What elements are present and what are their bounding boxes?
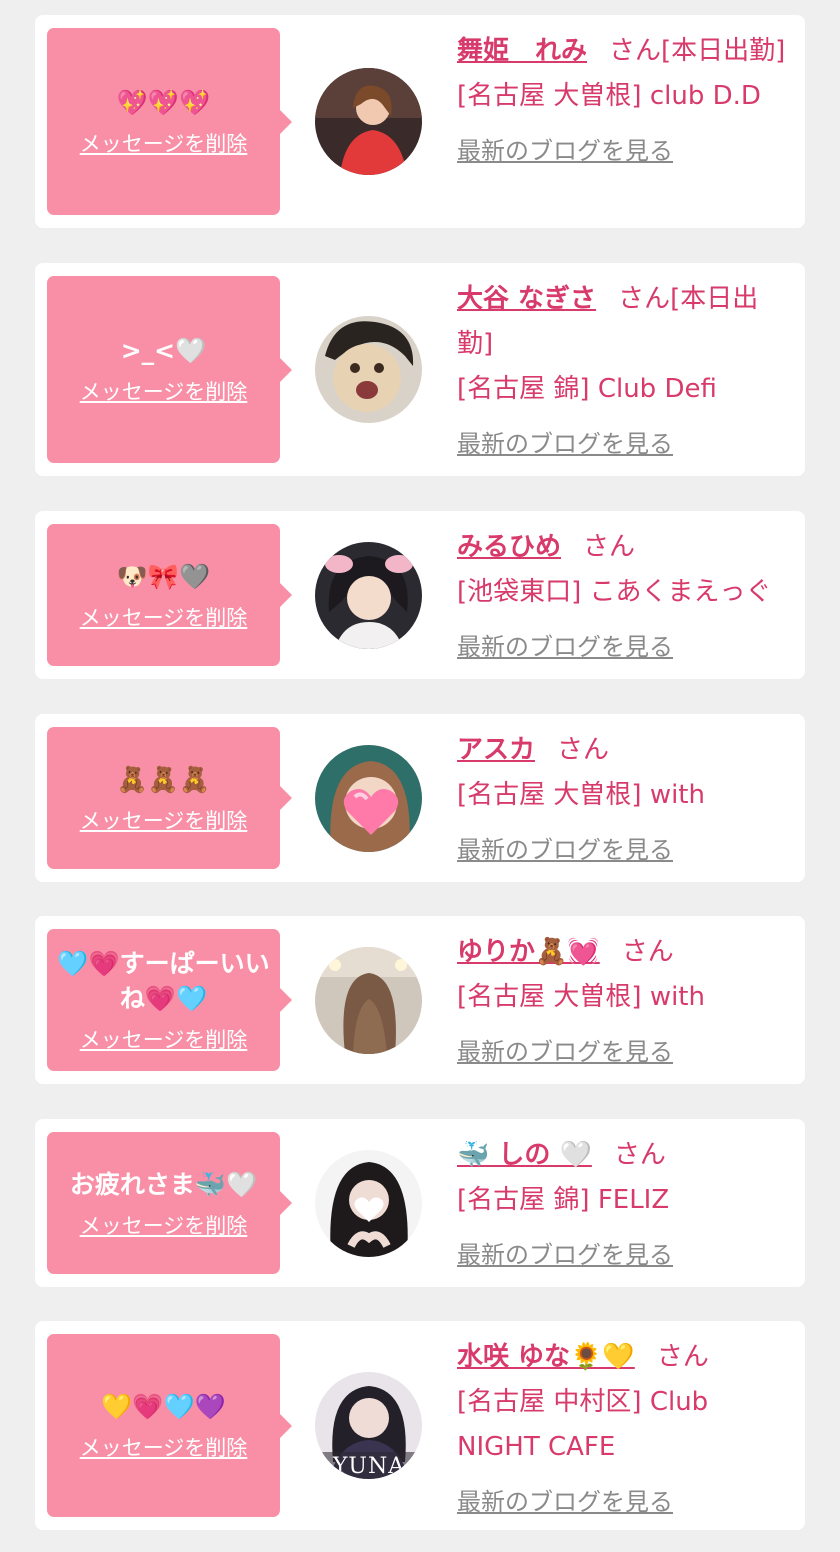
honorific-label: さん [557, 735, 610, 765]
honorific-label: さん [621, 937, 674, 967]
cast-info: アスカ さん [名古屋 大曽根] with 最新のブログを見る [457, 728, 793, 873]
delete-message-link[interactable]: メッセージを削除 [80, 1210, 248, 1240]
cast-name-link[interactable]: みるひめ [457, 532, 561, 562]
honorific-label: さん [583, 532, 636, 562]
message-card: 💖💖💖 メッセージを削除 舞姫 れみ さん[本日出勤] [名古屋 大曽根] clu… [35, 15, 805, 228]
delete-message-link[interactable]: メッセージを削除 [80, 376, 248, 406]
cast-info: みるひめ さん [池袋東口] こあくまえっぐ 最新のブログを見る [457, 525, 793, 670]
avatar-photo: YUNA [315, 1372, 422, 1479]
shop-label: [名古屋 大曽根] with [457, 982, 705, 1012]
name-line: アスカ さん [457, 728, 793, 773]
latest-blog-link[interactable]: 最新のブログを見る [457, 422, 673, 467]
latest-blog-link[interactable]: 最新のブログを見る [457, 1480, 673, 1525]
avatar[interactable] [315, 1150, 422, 1257]
message-bubble: お疲れさま🐳🤍 メッセージを削除 [47, 1132, 292, 1274]
avatar-photo [315, 745, 422, 852]
avatar-photo [315, 68, 422, 175]
honorific-label: さん [656, 1342, 709, 1372]
svg-text:YUNA: YUNA [332, 1454, 405, 1479]
honorific-label: さん [609, 36, 662, 66]
message-card: 🩵💗すーぱーいいね💗🩵 メッセージを削除 ゆりか🧸💓 さん [名古屋 大曽根] w… [35, 916, 805, 1084]
message-card: 💛💗🩵💜 メッセージを削除 YUNA 水咲 ゆな🌻💛 さん [名古屋 中村区] C… [35, 1321, 805, 1530]
shop-label: [池袋東口] こあくまえっぐ [457, 577, 772, 607]
name-line: 水咲 ゆな🌻💛 さん [457, 1335, 793, 1380]
avatar-photo [315, 947, 422, 1054]
latest-blog-link[interactable]: 最新のブログを見る [457, 1233, 673, 1278]
message-text: 🐶🎀🩶 [116, 561, 211, 591]
shop-label: [名古屋 大曽根] with [457, 780, 705, 810]
cast-name-link[interactable]: 🐳 しの 🤍 [457, 1140, 592, 1170]
message-bubble: 🐶🎀🩶 メッセージを削除 [47, 524, 292, 666]
shop-label: [名古屋 錦] FELIZ [457, 1185, 670, 1215]
name-line: 🐳 しの 🤍 さん [457, 1133, 793, 1178]
message-list: 💖💖💖 メッセージを削除 舞姫 れみ さん[本日出勤] [名古屋 大曽根] clu… [0, 0, 840, 1552]
cast-info: 舞姫 れみ さん[本日出勤] [名古屋 大曽根] club D.D 最新のブログを… [457, 29, 793, 174]
cast-info: 大谷 なぎさ さん[本日出勤] [名古屋 錦] Club Defi 最新のブログを… [457, 277, 793, 467]
message-bubble: 💛💗🩵💜 メッセージを削除 [47, 1334, 292, 1517]
cast-info: 水咲 ゆな🌻💛 さん [名古屋 中村区] Club NIGHT CAFE 最新のブ… [457, 1335, 793, 1525]
message-text: >_<🤍 [120, 336, 207, 365]
shop-label: [名古屋 中村区] Club NIGHT CAFE [457, 1387, 709, 1462]
latest-blog-link[interactable]: 最新のブログを見る [457, 129, 673, 174]
delete-message-link[interactable]: メッセージを削除 [80, 128, 248, 158]
message-card: 🐶🎀🩶 メッセージを削除 みるひめ さん [池袋東口] こあくまえっぐ 最新のブロ… [35, 511, 805, 679]
message-text: 💖💖💖 [116, 88, 211, 117]
message-bubble: 💖💖💖 メッセージを削除 [47, 28, 292, 215]
cast-info: 🐳 しの 🤍 さん [名古屋 錦] FELIZ 最新のブログを見る [457, 1133, 793, 1278]
avatar[interactable] [315, 542, 422, 649]
name-line: ゆりか🧸💓 さん [457, 930, 793, 975]
avatar-photo [315, 542, 422, 649]
delete-message-link[interactable]: メッセージを削除 [80, 1024, 248, 1054]
latest-blog-link[interactable]: 最新のブログを見る [457, 1030, 673, 1075]
shop-label: [名古屋 錦] Club Defi [457, 374, 717, 404]
message-card: 🧸🧸🧸 メッセージを削除 アスカ さん [名古屋 大曽根] with 最新のブログ… [35, 714, 805, 882]
message-text: 🩵💗すーぱーいいね💗🩵 [57, 949, 270, 1013]
cast-name-link[interactable]: 水咲 ゆな🌻💛 [457, 1342, 635, 1372]
message-text: 🧸🧸🧸 [116, 764, 211, 794]
avatar-photo [315, 316, 422, 423]
message-card: お疲れさま🐳🤍 メッセージを削除 🐳 しの 🤍 さん [名古屋 錦] FELIZ … [35, 1119, 805, 1287]
name-line: 大谷 なぎさ さん[本日出勤] [457, 277, 793, 367]
latest-blog-link[interactable]: 最新のブログを見る [457, 625, 673, 670]
message-bubble: 🧸🧸🧸 メッセージを削除 [47, 727, 292, 869]
avatar[interactable] [315, 745, 422, 852]
avatar[interactable] [315, 68, 422, 175]
avatar-photo [315, 1150, 422, 1257]
avatar[interactable] [315, 947, 422, 1054]
latest-blog-link[interactable]: 最新のブログを見る [457, 828, 673, 873]
honorific-label: さん [618, 284, 671, 314]
delete-message-link[interactable]: メッセージを削除 [80, 805, 248, 835]
message-text: お疲れさま🐳🤍 [69, 1169, 258, 1199]
name-line: 舞姫 れみ さん[本日出勤] [457, 29, 793, 74]
message-card: >_<🤍 メッセージを削除 大谷 なぎさ さん[本日出勤] [名古屋 錦] Clu… [35, 263, 805, 476]
cast-name-link[interactable]: ゆりか🧸💓 [457, 937, 600, 967]
message-bubble: 🩵💗すーぱーいいね💗🩵 メッセージを削除 [47, 929, 292, 1071]
delete-message-link[interactable]: メッセージを削除 [80, 602, 248, 632]
avatar[interactable] [315, 316, 422, 423]
shop-label: [名古屋 大曽根] club D.D [457, 81, 761, 111]
avatar[interactable]: YUNA [315, 1372, 422, 1479]
name-line: みるひめ さん [457, 525, 793, 570]
honorific-label: さん [613, 1140, 666, 1170]
attendance-status: [本日出勤] [661, 36, 786, 66]
message-bubble: >_<🤍 メッセージを削除 [47, 276, 292, 463]
delete-message-link[interactable]: メッセージを削除 [80, 1432, 248, 1462]
cast-name-link[interactable]: 舞姫 れみ [457, 36, 587, 66]
message-text: 💛💗🩵💜 [101, 1392, 226, 1421]
cast-info: ゆりか🧸💓 さん [名古屋 大曽根] with 最新のブログを見る [457, 930, 793, 1075]
cast-name-link[interactable]: 大谷 なぎさ [457, 284, 596, 314]
cast-name-link[interactable]: アスカ [457, 735, 535, 765]
